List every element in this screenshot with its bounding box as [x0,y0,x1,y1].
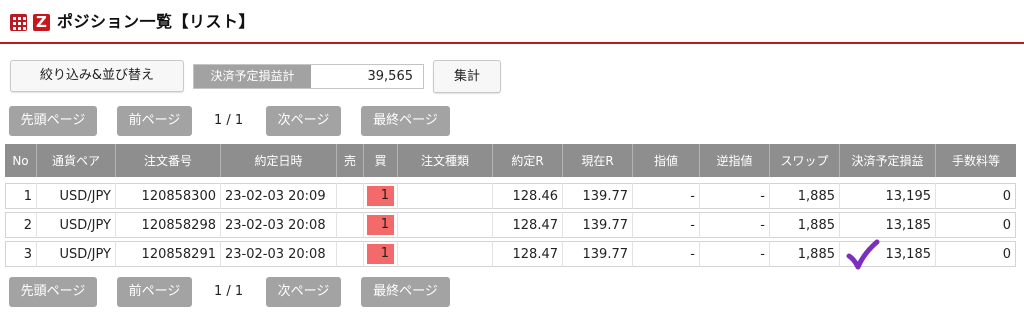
cell-sell [337,183,364,209]
cell-exec-rate: 128.46 [493,183,563,209]
col-header-exec-rate[interactable]: 約定R [493,144,563,177]
first-page-button-bottom[interactable]: 先頭ページ [9,277,97,307]
table-row[interactable]: 2 USD/JPY 120858298 23-02-03 20:08 1 128… [5,212,1016,238]
cell-sell [337,212,364,238]
prev-page-button-bottom[interactable]: 前ページ [117,277,192,307]
planned-pl-total: 決済予定損益計 39,565 [193,64,424,89]
header-divider [0,42,1024,44]
table-row[interactable]: 1 USD/JPY 120858300 23-02-03 20:09 1 128… [5,183,1016,209]
cell-order-no: 120858291 [116,241,221,267]
cell-order-type [398,183,493,209]
cell-exec-rate: 128.47 [493,212,563,238]
cell-stop: - [700,212,770,238]
cell-order-type [398,212,493,238]
col-header-order-type[interactable]: 注文種類 [398,144,493,177]
cell-datetime: 23-02-03 20:08 [221,241,337,267]
cell-fee: 0 [936,241,1016,267]
cell-pl: 13,185 [840,212,936,238]
cell-exec-rate: 128.47 [493,241,563,267]
cell-buy: 1 [364,212,398,238]
cell-order-no: 120858300 [116,183,221,209]
planned-pl-total-value: 39,565 [367,69,414,84]
table-header-row: No 通貨ペア 注文番号 約定日時 売 買 注文種類 約定R 現在R 指値 逆指… [5,144,1016,177]
page-indicator-top: 1 / 1 [214,113,244,128]
col-header-buy[interactable]: 買 [364,144,398,177]
buy-quantity-badge: 1 [367,215,394,235]
z-logo-icon: Z [33,14,50,31]
first-page-button-top[interactable]: 先頭ページ [9,106,97,136]
cell-swap: 1,885 [770,241,840,267]
checkmark-icon [846,239,880,270]
col-header-stop[interactable]: 逆指値 [700,144,770,177]
cell-pair: USD/JPY [37,212,116,238]
cell-current-rate: 139.77 [563,241,633,267]
cell-no: 1 [5,183,37,209]
buy-quantity-badge: 1 [367,186,394,206]
cell-current-rate: 139.77 [563,183,633,209]
col-header-datetime[interactable]: 約定日時 [221,144,337,177]
last-page-button-top[interactable]: 最終ページ [361,106,450,136]
cell-datetime: 23-02-03 20:09 [221,183,337,209]
col-header-current-rate[interactable]: 現在R [563,144,633,177]
cell-limit: - [633,241,700,267]
page-indicator-bottom: 1 / 1 [214,284,244,299]
col-header-swap[interactable]: スワップ [770,144,840,177]
last-page-button-bottom[interactable]: 最終ページ [361,277,450,307]
cell-no: 3 [5,241,37,267]
cell-datetime: 23-02-03 20:08 [221,212,337,238]
aggregate-button[interactable]: 集計 [433,60,501,93]
col-header-limit[interactable]: 指値 [633,144,700,177]
cell-swap: 1,885 [770,183,840,209]
cell-fee: 0 [936,183,1016,209]
col-header-no[interactable]: No [5,144,37,177]
cell-limit: - [633,212,700,238]
cell-no: 2 [5,212,37,238]
buy-quantity-badge: 1 [367,244,394,264]
cell-order-no: 120858298 [116,212,221,238]
cell-limit: - [633,183,700,209]
prev-page-button-top[interactable]: 前ページ [117,106,192,136]
col-header-pl[interactable]: 決済予定損益 [840,144,936,177]
page-header: Z ポジション一覧【リスト】 [0,0,1024,44]
cell-buy: 1 [364,183,398,209]
cell-buy: 1 [364,241,398,267]
cell-swap: 1,885 [770,212,840,238]
cell-fee: 0 [936,212,1016,238]
cell-stop: - [700,241,770,267]
cell-pl: 13,195 [840,183,936,209]
cell-stop: - [700,183,770,209]
filter-sort-button[interactable]: 絞り込み&並び替え [10,60,184,92]
next-page-button-top[interactable]: 次ページ [266,106,341,136]
cell-sell [337,241,364,267]
col-header-fee[interactable]: 手数料等 [936,144,1016,177]
col-header-order-no[interactable]: 注文番号 [116,144,221,177]
col-header-pair[interactable]: 通貨ペア [37,144,116,177]
cell-pair: USD/JPY [37,241,116,267]
cell-pair: USD/JPY [37,183,116,209]
col-header-sell[interactable]: 売 [337,144,364,177]
cell-current-rate: 139.77 [563,212,633,238]
next-page-button-bottom[interactable]: 次ページ [266,277,341,307]
page-title: ポジション一覧【リスト】 [57,12,256,31]
cell-order-type [398,241,493,267]
grid-menu-icon[interactable] [10,14,27,31]
planned-pl-total-label: 決済予定損益計 [194,65,311,88]
